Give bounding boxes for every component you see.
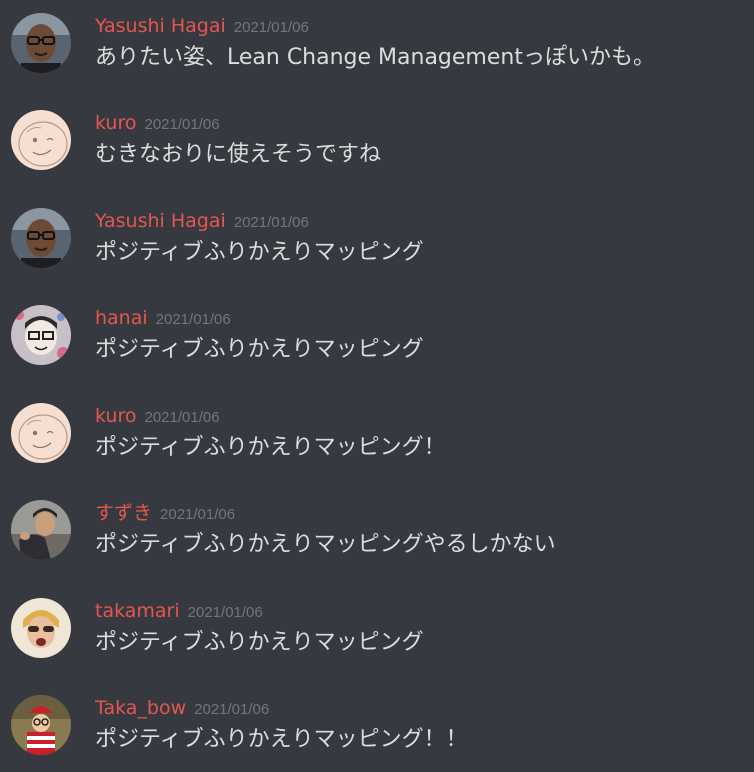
- message-header: kuro 2021/01/06: [95, 110, 220, 136]
- message-timestamp: 2021/01/06: [160, 506, 236, 523]
- chat-message: Yasushi Hagai 2021/01/06 ポジティブふりかえりマッピング: [0, 208, 754, 278]
- author-name[interactable]: Taka_bow: [95, 697, 186, 719]
- message-header: Taka_bow 2021/01/06: [95, 695, 269, 721]
- message-timestamp: 2021/01/06: [155, 311, 231, 328]
- chat-message-list: Yasushi Hagai 2021/01/06 ありたい姿、Lean Chang…: [0, 0, 754, 772]
- message-text: ポジティブふりかえりマッピング: [95, 337, 424, 362]
- author-name[interactable]: kuro: [95, 405, 136, 427]
- message-timestamp: 2021/01/06: [187, 604, 263, 621]
- chat-message: hanai 2021/01/06 ポジティブふりかえりマッピング: [0, 305, 754, 375]
- chat-message: すずき 2021/01/06 ポジティブふりかえりマッピングやるしかない: [0, 500, 754, 570]
- message-header: Yasushi Hagai 2021/01/06: [95, 208, 309, 234]
- message-header: kuro 2021/01/06: [95, 403, 220, 429]
- message-text: むきなおりに使えそうですね: [95, 142, 382, 167]
- message-header: takamari 2021/01/06: [95, 598, 263, 624]
- chat-message: kuro 2021/01/06 ポジティブふりかえりマッピング！: [0, 403, 754, 473]
- author-name[interactable]: すずき: [95, 502, 152, 524]
- message-timestamp: 2021/01/06: [233, 214, 309, 231]
- author-name[interactable]: takamari: [95, 600, 180, 622]
- chat-message: takamari 2021/01/06 ポジティブふりかえりマッピング: [0, 598, 754, 668]
- sunglasses-face-avatar[interactable]: [11, 598, 71, 658]
- message-timestamp: 2021/01/06: [233, 19, 309, 36]
- message-text: ポジティブふりかえりマッピング！: [95, 435, 446, 460]
- message-text: ポジティブふりかえりマッピング: [95, 240, 424, 265]
- author-name[interactable]: hanai: [95, 307, 148, 329]
- chat-message: Yasushi Hagai 2021/01/06 ありたい姿、Lean Chang…: [0, 13, 754, 83]
- message-text: ポジティブふりかえりマッピング！！: [95, 727, 468, 752]
- author-name[interactable]: Yasushi Hagai: [95, 15, 226, 37]
- chat-message: kuro 2021/01/06 むきなおりに使えそうですね: [0, 110, 754, 180]
- message-timestamp: 2021/01/06: [194, 701, 270, 718]
- person-photo-avatar[interactable]: [11, 500, 71, 560]
- message-header: hanai 2021/01/06: [95, 305, 231, 331]
- message-text: ありたい姿、Lean Change Managementっぽいかも。: [95, 45, 655, 70]
- cartoon-glasses-avatar[interactable]: [11, 305, 71, 365]
- message-text: ポジティブふりかえりマッピングやるしかない: [95, 532, 556, 557]
- author-name[interactable]: Yasushi Hagai: [95, 210, 226, 232]
- man-glasses-avatar[interactable]: [11, 208, 71, 268]
- chat-message: Taka_bow 2021/01/06 ポジティブふりかえりマッピング！！: [0, 695, 754, 765]
- message-timestamp: 2021/01/06: [144, 116, 220, 133]
- message-timestamp: 2021/01/06: [144, 409, 220, 426]
- author-name[interactable]: kuro: [95, 112, 136, 134]
- message-text: ポジティブふりかえりマッピング: [95, 630, 424, 655]
- sketch-face-avatar[interactable]: [11, 110, 71, 170]
- message-header: Yasushi Hagai 2021/01/06: [95, 13, 309, 39]
- message-header: すずき 2021/01/06: [95, 500, 235, 526]
- sketch-face-avatar[interactable]: [11, 403, 71, 463]
- striped-character-avatar[interactable]: [11, 695, 71, 755]
- man-glasses-avatar[interactable]: [11, 13, 71, 73]
